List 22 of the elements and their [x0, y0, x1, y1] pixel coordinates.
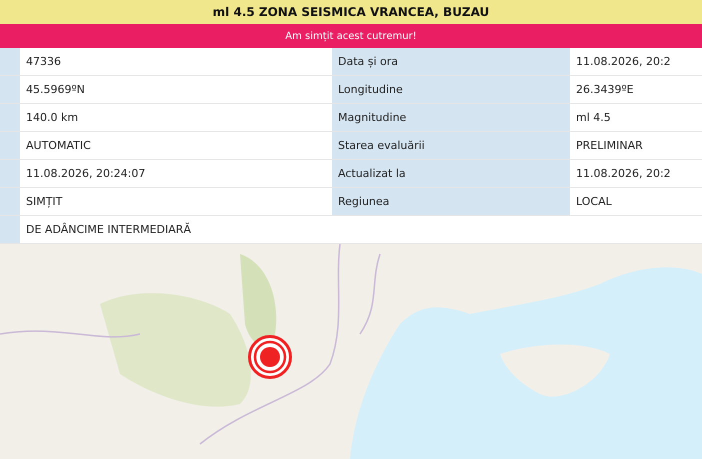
value-cell: PRELIMINAR	[570, 132, 702, 160]
value-cell: DE ADÂNCIME INTERMEDIARĂ	[20, 216, 702, 244]
value-cell: 45.5969ºN	[20, 76, 332, 104]
value-cell: 11.08.2026, 20:2	[570, 160, 702, 188]
value-cell: 26.3439ºE	[570, 76, 702, 104]
value-cell: AUTOMATIC	[20, 132, 332, 160]
value-cell: SIMȚIT	[20, 188, 332, 216]
event-title: ml 4.5 ZONA SEISMICA VRANCEA, BUZAU	[0, 0, 702, 24]
label-cell: Magnitudine	[332, 104, 570, 132]
value-cell: 11.08.2026, 20:2	[570, 48, 702, 76]
label-cell: Longitudine	[332, 76, 570, 104]
value-cell: LOCAL	[570, 188, 702, 216]
map-drawing[interactable]	[0, 244, 702, 459]
label-cell: Regiunea	[332, 188, 570, 216]
epicenter-icon	[248, 335, 292, 379]
value-cell: 140.0 km	[20, 104, 332, 132]
label-cell: Starea evaluării	[332, 132, 570, 160]
label-cell: Data și ora	[332, 48, 570, 76]
value-cell: ml 4.5	[570, 104, 702, 132]
value-cell: 47336	[20, 48, 332, 76]
label-cell: Actualizat la	[332, 160, 570, 188]
value-cell: 11.08.2026, 20:24:07	[20, 160, 332, 188]
